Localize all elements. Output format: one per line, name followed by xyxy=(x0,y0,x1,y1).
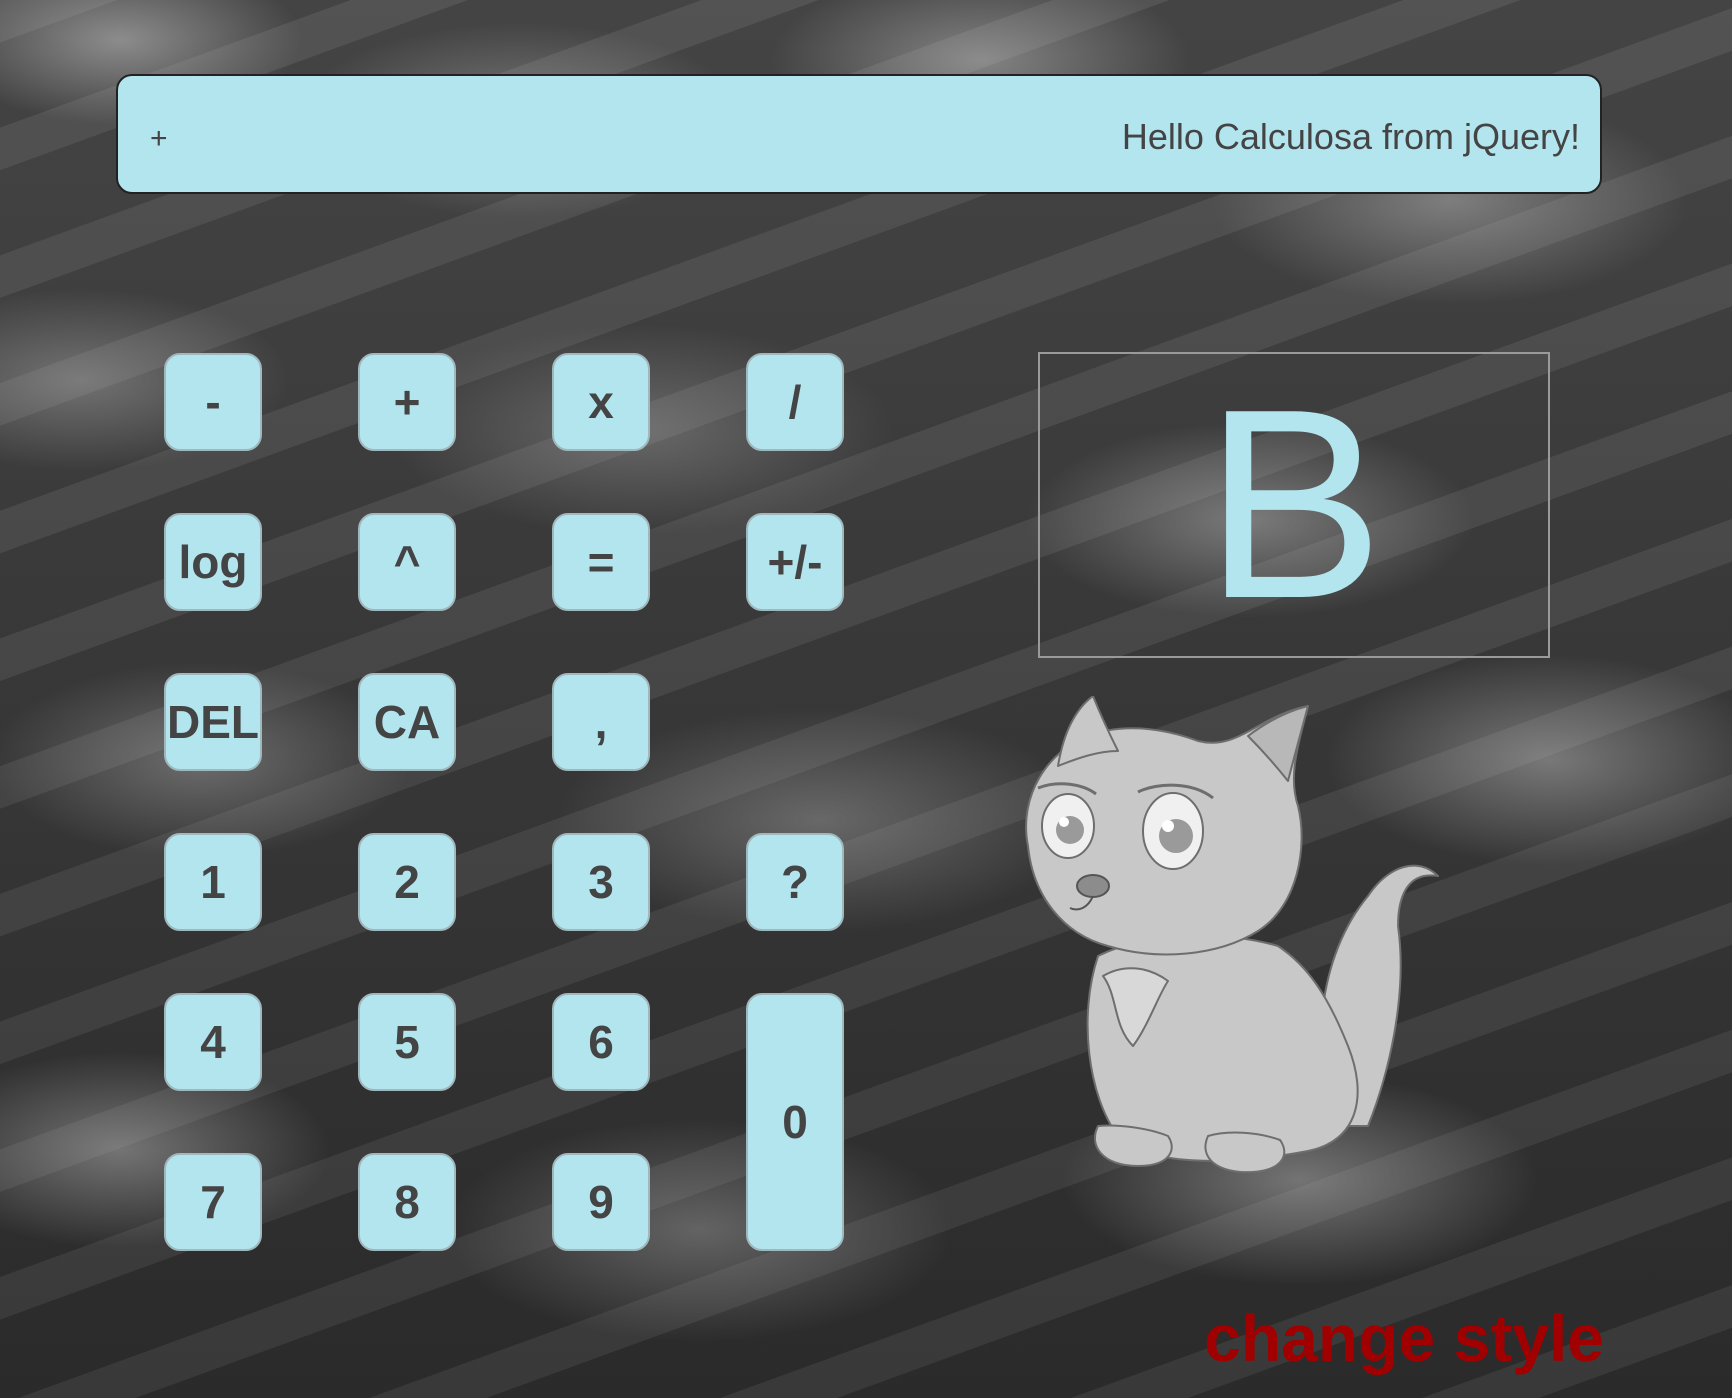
digit-7-button[interactable]: 7 xyxy=(164,1153,262,1251)
sign-toggle-button[interactable]: +/- xyxy=(746,513,844,611)
fox-cub-mascot-icon xyxy=(1025,696,1439,1174)
divide-button[interactable]: / xyxy=(746,353,844,451)
equals-button[interactable]: = xyxy=(552,513,650,611)
digit-0-button[interactable]: 0 xyxy=(746,993,844,1251)
log-button[interactable]: log xyxy=(164,513,262,611)
digit-3-button[interactable]: 3 xyxy=(552,833,650,931)
digit-1-button[interactable]: 1 xyxy=(164,833,262,931)
delete-button[interactable]: DEL xyxy=(164,673,262,771)
digit-2-button[interactable]: 2 xyxy=(358,833,456,931)
multiply-button[interactable]: x xyxy=(552,353,650,451)
digit-8-button[interactable]: 8 xyxy=(358,1153,456,1251)
mode-indicator: B xyxy=(1038,352,1550,658)
digit-6-button[interactable]: 6 xyxy=(552,993,650,1091)
display-operator: + xyxy=(150,122,168,155)
digit-5-button[interactable]: 5 xyxy=(358,993,456,1091)
minus-button[interactable]: - xyxy=(164,353,262,451)
mode-letter: B xyxy=(1203,354,1385,655)
digit-4-button[interactable]: 4 xyxy=(164,993,262,1091)
digit-9-button[interactable]: 9 xyxy=(552,1153,650,1251)
comma-button[interactable]: , xyxy=(552,673,650,771)
power-button[interactable]: ^ xyxy=(358,513,456,611)
calculator-display: + Hello Calculosa from jQuery! xyxy=(116,74,1602,194)
change-style-link[interactable]: change style xyxy=(1204,1300,1604,1376)
plus-button[interactable]: + xyxy=(358,353,456,451)
clear-all-button[interactable]: CA xyxy=(358,673,456,771)
display-message: Hello Calculosa from jQuery! xyxy=(1121,116,1580,157)
help-button[interactable]: ? xyxy=(746,833,844,931)
